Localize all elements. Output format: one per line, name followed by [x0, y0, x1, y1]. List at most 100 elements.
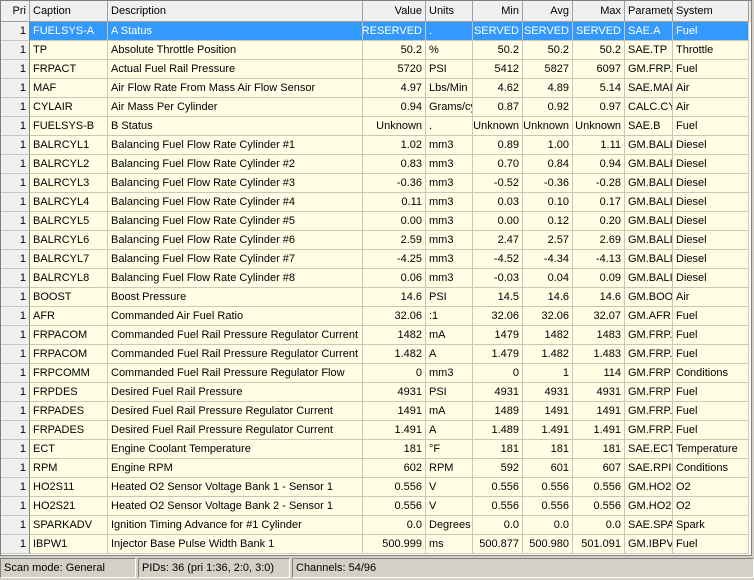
cell-parameter: GM.BALI — [625, 231, 673, 250]
table-row[interactable]: 1 BALRCYL4 Balancing Fuel Flow Rate Cylind… — [1, 193, 751, 212]
table-row[interactable]: 1 BALRCYL7 Balancing Fuel Flow Rate Cylind… — [1, 250, 751, 269]
table-row[interactable]: 1 ECT Engine Coolant Temperature 181 °F 181 18… — [1, 440, 751, 459]
cell-text: Commanded Air Fuel Ratio — [111, 310, 244, 322]
cell-min: 50.2 — [473, 41, 523, 60]
column-header-value[interactable]: Value — [363, 1, 426, 22]
table-row[interactable]: 1 FRPADES Desired Fuel Rail Pressure Regul… — [1, 421, 751, 440]
cell-description: Commanded Fuel Rail Pressure Regulator C… — [108, 345, 363, 364]
cell-caption: SPARKADV — [30, 516, 108, 535]
table-row[interactable]: 1 BALRCYL2 Balancing Fuel Flow Rate Cylind… — [1, 155, 751, 174]
cell-text: 0 — [512, 367, 519, 379]
cell-parameter: GM.BALI — [625, 155, 673, 174]
cell-min: 0.89 — [473, 136, 523, 155]
cell-value: 0.00 — [363, 212, 426, 231]
table-row[interactable]: 1 BALRCYL1 Balancing Fuel Flow Rate Cylind… — [1, 136, 751, 155]
cell-max: 0.09 — [573, 269, 625, 288]
column-header-avg[interactable]: Avg — [523, 1, 573, 22]
column-header-caption[interactable]: Caption — [30, 1, 108, 22]
cell-text: GM.FRP — [628, 386, 671, 398]
cell-text: Balancing Fuel Flow Rate Cylinder #5 — [111, 215, 296, 227]
cell-system: Diesel — [673, 212, 749, 231]
cell-avg: 1.482 — [523, 345, 573, 364]
table-row[interactable]: 1 FRPADES Desired Fuel Rail Pressure Regul… — [1, 402, 751, 421]
cell-text: 50.2 — [547, 44, 569, 56]
cell-text: Fuel — [676, 538, 698, 550]
cell-caption: FRPACOM — [30, 326, 108, 345]
table-row[interactable]: 1 MAF Air Flow Rate From Mass Air Flow Sen… — [1, 79, 751, 98]
table-row[interactable]: 1 SPARKADV Ignition Timing Advance for #1 … — [1, 516, 751, 535]
cell-min: 1479 — [473, 326, 523, 345]
table-row[interactable]: 1 FRPACT Actual Fuel Rail Pressure 5720 PSI 5… — [1, 60, 751, 79]
table-row[interactable]: 1 BALRCYL5 Balancing Fuel Flow Rate Cylind… — [1, 212, 751, 231]
cell-system: O2 — [673, 497, 749, 516]
column-header-pri[interactable]: Pri — [1, 1, 30, 22]
table-row[interactable]: 1 FUELSYS-A A Status RESERVED. SERVED SERVED S… — [1, 22, 751, 41]
table-row[interactable]: 1 TP Absolute Throttle Position 50.2% 50.2 50… — [1, 41, 751, 60]
table-row[interactable]: 1 FUELSYS-B B Status Unknown. Unknown Unknown… — [1, 117, 751, 136]
cell-value: 50.2 — [363, 41, 426, 60]
cell-text: 1.489 — [491, 424, 519, 436]
cell-text: 501.091 — [581, 538, 621, 550]
cell-text: 32.06 — [394, 310, 422, 322]
table-row[interactable]: 1 BALRCYL6 Balancing Fuel Flow Rate Cylind… — [1, 231, 751, 250]
cell-text: 602 — [403, 462, 422, 474]
table-row[interactable]: 1 IBPW1 Injector Base Pulse Width Bank 1 50… — [1, 535, 751, 554]
cell-description: Balancing Fuel Flow Rate Cylinder #2 — [108, 155, 363, 174]
cell-text: BALRCYL7 — [33, 253, 90, 265]
table-row[interactable]: 1 FRPDES Desired Fuel Rail Pressure 4931 PSI… — [1, 383, 751, 402]
cell-text: 0.94 — [599, 158, 621, 170]
cell-text: 2.57 — [547, 234, 569, 246]
cell-parameter: GM.BALI — [625, 250, 673, 269]
cell-text: A — [429, 348, 437, 360]
column-header-system[interactable]: System — [673, 1, 749, 22]
cell-caption: BALRCYL5 — [30, 212, 108, 231]
table-row[interactable]: 1 HO2S11 Heated O2 Sensor Voltage Bank 1 -… — [1, 478, 751, 497]
cell-text: ms — [429, 538, 444, 550]
cell-text: -4.25 — [396, 253, 422, 265]
table-row[interactable]: 1 BALRCYL8 Balancing Fuel Flow Rate Cylind… — [1, 269, 751, 288]
cell-parameter: GM.AFR — [625, 307, 673, 326]
cell-text: 1 — [19, 405, 26, 417]
cell-text: FRPCOMM — [33, 367, 90, 379]
table-row[interactable]: 1 FRPACOM Commanded Fuel Rail Pressure Reg… — [1, 345, 751, 364]
cell-text: BALRCYL2 — [33, 158, 90, 170]
cell-text: Diesel — [676, 196, 707, 208]
cell-pri: 1 — [1, 155, 30, 174]
cell-text: 0.556 — [491, 481, 519, 493]
column-header-max[interactable]: Max — [573, 1, 625, 22]
table-row[interactable]: 1 FRPACOM Commanded Fuel Rail Pressure Reg… — [1, 326, 751, 345]
table-row[interactable]: 1 RPM Engine RPM 602 RPM 592 601 607 SAE.RPI Cond… — [1, 459, 751, 478]
cell-text: Balancing Fuel Flow Rate Cylinder #3 — [111, 177, 296, 189]
cell-max: 181 — [573, 440, 625, 459]
cell-text: 1.11 — [600, 139, 621, 151]
cell-text: BALRCYL1 — [33, 139, 90, 151]
column-header-min[interactable]: Min — [473, 1, 523, 22]
column-header-description[interactable]: Description — [108, 1, 363, 22]
table-row[interactable]: 1 AFR Commanded Air Fuel Ratio 32.06:1 32.06… — [1, 307, 751, 326]
table-row[interactable]: 1 FRPCOMM Commanded Fuel Rail Pressure Reg… — [1, 364, 751, 383]
cell-text: O2 — [676, 481, 691, 493]
cell-caption: RPM — [30, 459, 108, 478]
channels-status: Channels: 54/96 — [292, 558, 754, 578]
cell-value: 0 — [363, 364, 426, 383]
cell-text: 4.89 — [547, 82, 569, 94]
cell-text: V — [429, 500, 437, 512]
cell-units: Grams/cy — [426, 98, 473, 117]
cell-text: -0.52 — [493, 177, 519, 189]
cell-text: Commanded Fuel Rail Pressure Regulator F… — [111, 367, 345, 379]
cell-description: Ignition Timing Advance for #1 Cylinder — [108, 516, 363, 535]
pid-data-grid[interactable]: Pri Caption Description Value Units Min Avg Max… — [0, 0, 752, 556]
cell-parameter: SAE.A — [625, 22, 673, 41]
cell-text: 32.07 — [593, 310, 621, 322]
column-header-parameter[interactable]: Paramete — [625, 1, 673, 22]
column-header-units[interactable]: Units — [426, 1, 473, 22]
table-row[interactable]: 1 CYLAIR Air Mass Per Cylinder 0.94 Grams/cy… — [1, 98, 751, 117]
table-row[interactable]: 1 HO2S21 Heated O2 Sensor Voltage Bank 2 -… — [1, 497, 751, 516]
table-row[interactable]: 1 BALRCYL3 Balancing Fuel Flow Rate Cylind… — [1, 174, 751, 193]
cell-text: 0.00 — [497, 215, 519, 227]
cell-text: A — [429, 424, 437, 436]
cell-text: 1491 — [397, 405, 422, 417]
cell-avg: -0.36 — [523, 174, 573, 193]
cell-text: TP — [33, 44, 48, 56]
table-row[interactable]: 1 BOOST Boost Pressure 14.6 PSI 14.5 14.6 14.6 G… — [1, 288, 751, 307]
